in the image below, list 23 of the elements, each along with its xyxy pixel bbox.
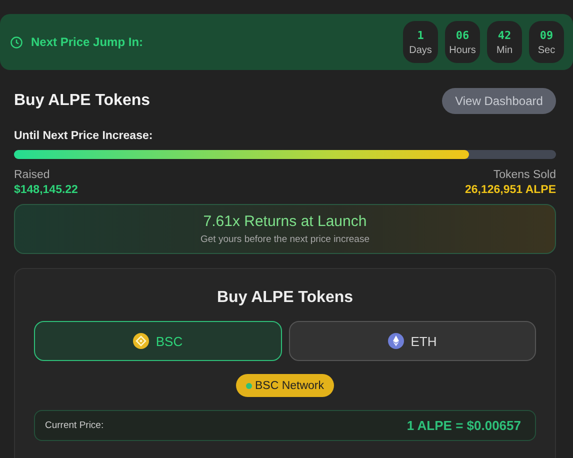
network-tab[interactable]: ETH (288, 321, 536, 361)
page-title: Buy ALPE Tokens (14, 92, 150, 110)
badge-label: BSC Network (254, 380, 324, 392)
view-dashboard-button[interactable]: View Dashboard (442, 88, 556, 114)
promo-title: 7.61x Returns at Launch (203, 213, 367, 230)
clock-icon (10, 36, 23, 48)
progress-label: Until Next Price Increase: (14, 130, 154, 142)
price-value: 1 ALPE = $0.00657 (406, 418, 521, 433)
coin-icon (132, 333, 149, 349)
promo-subtitle: Get yours before the next price increase (200, 234, 370, 245)
network-tab[interactable]: BSC (34, 321, 282, 361)
stat-label: Tokens Sold (493, 169, 556, 181)
countdown-label: Next Price Jump In: (31, 35, 144, 49)
stat-value: 26,126,951 ALPE (465, 184, 556, 196)
countdown-unit: 09 Sec (529, 21, 564, 63)
countdown-unit: 06 Hours (445, 21, 480, 63)
stat-label: Raised (14, 169, 51, 181)
countdown-unit: 42 Min (487, 21, 522, 63)
stat-value: $148,145.22 (14, 184, 78, 196)
countdown-unit: 1 Days (403, 21, 438, 63)
price-label: Current Price: (45, 420, 104, 431)
ethereum-icon (388, 333, 404, 349)
card-title: Buy ALPE Tokens (216, 289, 354, 307)
